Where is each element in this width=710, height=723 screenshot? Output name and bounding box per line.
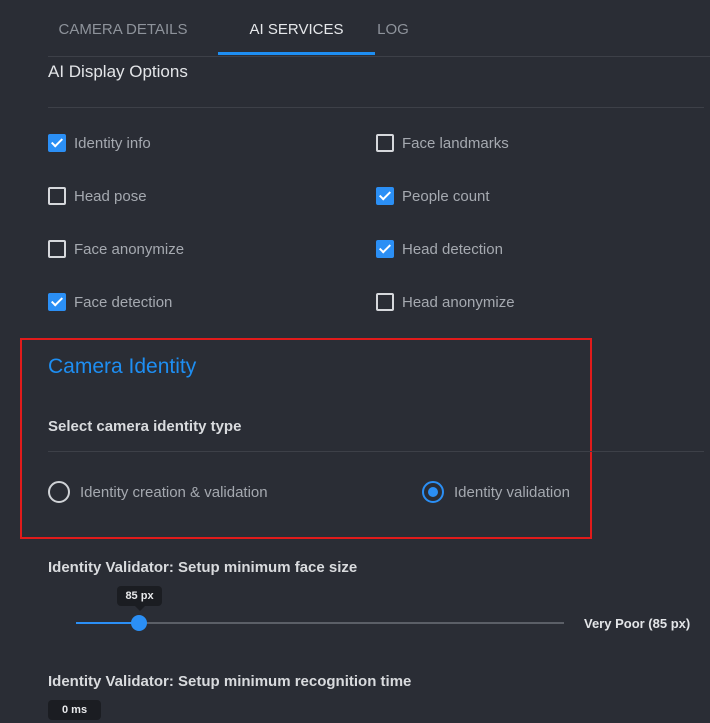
checkbox[interactable]	[48, 187, 66, 205]
checkbox-label: Head pose	[74, 187, 147, 205]
radio-identity-validation[interactable]: Identity validation	[422, 481, 570, 503]
recognition-time-tooltip: 0 ms	[48, 700, 102, 720]
checkbox-label: Face detection	[74, 293, 173, 311]
checkbox[interactable]	[376, 293, 394, 311]
checkbox-label: Identity info	[74, 134, 151, 152]
checkbox[interactable]	[48, 134, 66, 152]
tooltip-text: 85 px	[117, 586, 162, 606]
identity-type-label: Select camera identity type	[48, 418, 242, 435]
tab-ai-services[interactable]: AI SERVICES	[218, 0, 375, 56]
option-face-detection[interactable]: Face detection	[48, 293, 172, 311]
divider	[48, 451, 704, 452]
option-head-detection[interactable]: Head detection	[376, 240, 503, 258]
checkbox-label: Face landmarks	[402, 134, 509, 152]
option-identity-info[interactable]: Identity info	[48, 134, 151, 152]
radio-identity-creation[interactable]: Identity creation & validation	[48, 481, 268, 503]
checkbox[interactable]	[376, 240, 394, 258]
checkbox-label: Head detection	[402, 240, 503, 258]
camera-identity-title: Camera Identity	[48, 355, 197, 378]
radio-label: Identity creation & validation	[80, 483, 268, 501]
option-face-landmarks[interactable]: Face landmarks	[376, 134, 509, 152]
divider	[48, 107, 704, 108]
option-head-pose[interactable]: Head pose	[48, 187, 147, 205]
tab-camera-details[interactable]: CAMERA DETAILS	[48, 0, 198, 56]
radio-button[interactable]	[48, 481, 70, 503]
face-size-slider-thumb[interactable]	[131, 615, 148, 631]
display-options-title: AI Display Options	[48, 62, 188, 81]
recognition-time-label: Identity Validator: Setup minimum recogn…	[48, 673, 412, 690]
checkbox[interactable]	[48, 240, 66, 258]
radio-button[interactable]	[422, 481, 444, 503]
slider-value-tooltip: 85 px	[117, 586, 162, 611]
radio-label: Identity validation	[454, 483, 570, 501]
checkbox[interactable]	[376, 134, 394, 152]
option-face-anonymize[interactable]: Face anonymize	[48, 240, 184, 258]
checkbox[interactable]	[376, 187, 394, 205]
face-size-label: Identity Validator: Setup minimum face s…	[48, 559, 358, 576]
tooltip-text: 0 ms	[48, 700, 102, 720]
checkbox-label: Face anonymize	[74, 240, 185, 258]
active-tab-indicator	[218, 52, 375, 55]
face-size-slider-fill	[76, 622, 140, 624]
face-size-quality: Very Poor (85 px)	[584, 616, 691, 631]
tooltip-arrow	[134, 606, 145, 611]
tab-log[interactable]: LOG	[358, 0, 428, 56]
checkbox-label: People count	[402, 187, 490, 205]
option-people-count[interactable]: People count	[376, 187, 490, 205]
tab-bar: CAMERA DETAILS AI SERVICES LOG	[48, 0, 710, 57]
face-size-slider-track[interactable]	[76, 622, 564, 624]
checkbox-label: Head anonymize	[402, 293, 515, 311]
checkbox[interactable]	[48, 293, 66, 311]
option-head-anonymize[interactable]: Head anonymize	[376, 293, 515, 311]
